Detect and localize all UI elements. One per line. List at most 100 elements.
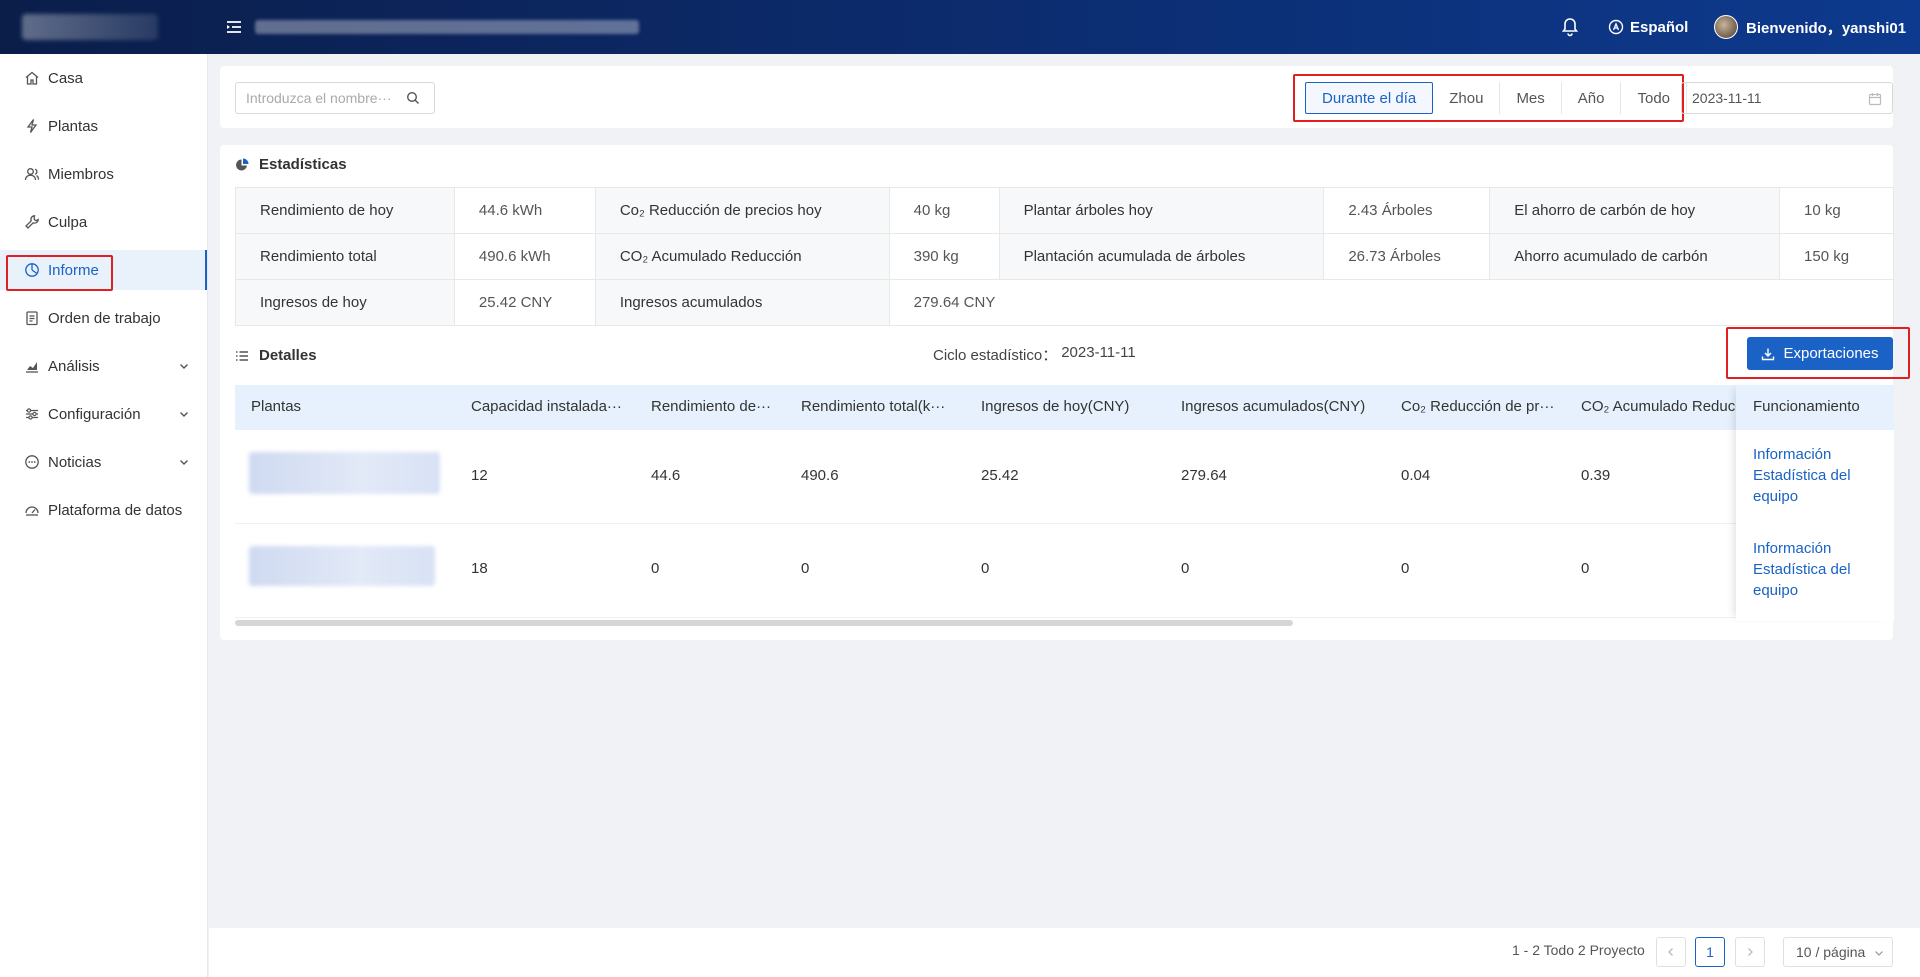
details-section-title: Detalles [235, 347, 317, 364]
table-header: Plantas Capacidad instalada··· Rendimien… [235, 385, 1893, 430]
sidebar-item-label: Culpa [48, 213, 88, 231]
co2-total-cell: 0.39 [1581, 467, 1611, 484]
language-selector[interactable]: Español [1608, 16, 1688, 38]
stat-label: El ahorro de carbón de hoy [1489, 187, 1781, 234]
sidebar-item-orden-de-trabajo[interactable]: Orden de trabajo [0, 298, 207, 338]
co2-total-cell: 0 [1581, 560, 1590, 577]
stat-label: Ingresos de hoy [235, 279, 455, 326]
chevron-down-icon [1875, 951, 1883, 956]
stat-value: 390 kg [888, 233, 1000, 280]
sidebar-item-label: Noticias [48, 453, 102, 471]
stat-value: 25.42 CNY [453, 279, 596, 326]
top-header: Español Bienvenido，yanshi01 [0, 0, 1920, 54]
prev-page-button[interactable] [1656, 937, 1686, 967]
page-1-button[interactable]: 1 [1695, 937, 1725, 967]
language-icon [1608, 19, 1624, 35]
chart-icon [26, 362, 38, 373]
sidebar-item-plantas[interactable]: Plantas [0, 106, 207, 146]
column-header[interactable]: Ingresos de hoy(CNY) [981, 398, 1161, 415]
chevron-down-icon [180, 412, 188, 417]
column-header[interactable]: Rendimiento total(k··· [801, 398, 951, 415]
stat-value: 490.6 kWh [453, 233, 596, 280]
income-today-cell: 25.42 [981, 467, 1019, 484]
sidebar-item-label: Miembros [48, 165, 114, 183]
language-label: Español [1630, 18, 1689, 36]
actions-column: Funcionamiento Información Estadística d… [1736, 385, 1894, 621]
income-total-cell: 0 [1181, 560, 1190, 577]
sidebar-item-label: Análisis [48, 357, 100, 375]
chevron-right-icon [1748, 948, 1753, 956]
sidebar-item-label: Configuración [48, 405, 141, 423]
sidebar-item-label: Plataforma de datos [48, 501, 183, 519]
sidebar-item-label: Plantas [48, 117, 99, 135]
pie-chart-icon [236, 158, 249, 170]
chevron-down-icon [180, 364, 188, 369]
search-input[interactable] [246, 90, 406, 106]
stat-value: 150 kg [1779, 233, 1894, 280]
sidebar-item-plataforma-de-datos[interactable]: Plataforma de datos [0, 490, 207, 530]
calendar-icon [1868, 93, 1882, 106]
column-header[interactable]: CO₂ Acumulado Reducci [1581, 398, 1751, 415]
chevron-down-icon [180, 460, 188, 465]
search-box[interactable] [235, 82, 435, 114]
stats-row: Rendimiento de hoy 44.6 kWh Co₂ Reducció… [235, 187, 1894, 234]
stat-label: Plantar árboles hoy [998, 187, 1325, 234]
sidebar-item-configuracion[interactable]: Configuración [0, 394, 207, 434]
users-icon [24, 168, 40, 181]
page-size-select[interactable]: 10 / página [1783, 937, 1893, 967]
search-icon[interactable] [406, 91, 420, 105]
horizontal-scrollbar[interactable] [235, 620, 1293, 626]
cycle-label: Ciclo estadístico： [933, 347, 1058, 364]
next-page-button[interactable] [1735, 937, 1765, 967]
column-header: Funcionamiento [1753, 398, 1860, 415]
stat-value: 279.64 CNY [888, 279, 1895, 326]
stat-label: Co₂ Reducción de precios hoy [594, 187, 890, 234]
sidebar-item-culpa[interactable]: Culpa [0, 202, 207, 242]
plant-name[interactable] [249, 546, 435, 586]
income-total-cell: 279.64 [1181, 467, 1227, 484]
stat-value: 44.6 kWh [453, 187, 596, 234]
user-menu[interactable]: Bienvenido，yanshi01 [1714, 14, 1906, 40]
stat-label: Rendimiento de hoy [235, 187, 455, 234]
stat-value: 26.73 Árboles [1323, 233, 1491, 280]
stat-label: Rendimiento total [235, 233, 455, 280]
sidebar-item-analisis[interactable]: Análisis [0, 346, 207, 386]
stat-value: 10 kg [1779, 187, 1894, 234]
details-title: Detalles [259, 347, 317, 364]
bolt-icon [26, 119, 38, 133]
sidebar-item-casa[interactable]: Casa [0, 58, 207, 98]
yield-today-cell: 0 [651, 560, 660, 577]
logo [22, 14, 158, 40]
table-row: 18 0 0 0 0 0 0 [235, 524, 1893, 618]
project-title [255, 20, 639, 34]
capacity-cell: 12 [471, 467, 488, 484]
column-header[interactable]: Ingresos acumulados(CNY) [1181, 398, 1381, 415]
yield-total-cell: 0 [801, 560, 810, 577]
bell-icon[interactable] [1560, 16, 1580, 38]
equipment-stats-link[interactable]: Información Estadística del equipo [1753, 538, 1883, 601]
wrench-icon [25, 215, 39, 229]
capacity-cell: 18 [471, 560, 488, 577]
date-value: 2023-11-11 [1692, 90, 1762, 106]
equipment-stats-link[interactable]: Información Estadística del equipo [1753, 444, 1883, 507]
sliders-icon [26, 408, 38, 420]
column-header[interactable]: Capacidad instalada··· [471, 398, 621, 415]
column-header[interactable]: Co₂ Reducción de pr··· [1401, 398, 1561, 415]
sidebar-item-miembros[interactable]: Miembros [0, 154, 207, 194]
page-size-value: 10 / página [1796, 944, 1866, 960]
pagination-summary: 1 - 2 Todo 2 Proyecto [1512, 942, 1645, 958]
column-header[interactable]: Rendimiento de··· [651, 398, 776, 415]
stat-label: Ingresos acumulados [594, 279, 890, 326]
date-picker[interactable]: 2023-11-11 [1681, 82, 1893, 114]
sidebar-item-noticias[interactable]: Noticias [0, 442, 207, 482]
stats-title: Estadísticas [259, 156, 347, 173]
column-header[interactable]: Plantas [251, 398, 451, 415]
menu-toggle-icon[interactable] [224, 17, 244, 37]
stats-section-title: Estadísticas [235, 156, 347, 173]
stats-row: Ingresos de hoy 25.42 CNY Ingresos acumu… [235, 279, 1895, 326]
stats-row: Rendimiento total 490.6 kWh CO₂ Acumulad… [235, 233, 1894, 280]
clipboard-icon [26, 311, 38, 326]
sidebar-item-label: Orden de trabajo [48, 309, 161, 327]
stat-cycle: Ciclo estadístico： 2023-11-11 [933, 344, 1136, 365]
plant-name[interactable] [249, 452, 440, 494]
